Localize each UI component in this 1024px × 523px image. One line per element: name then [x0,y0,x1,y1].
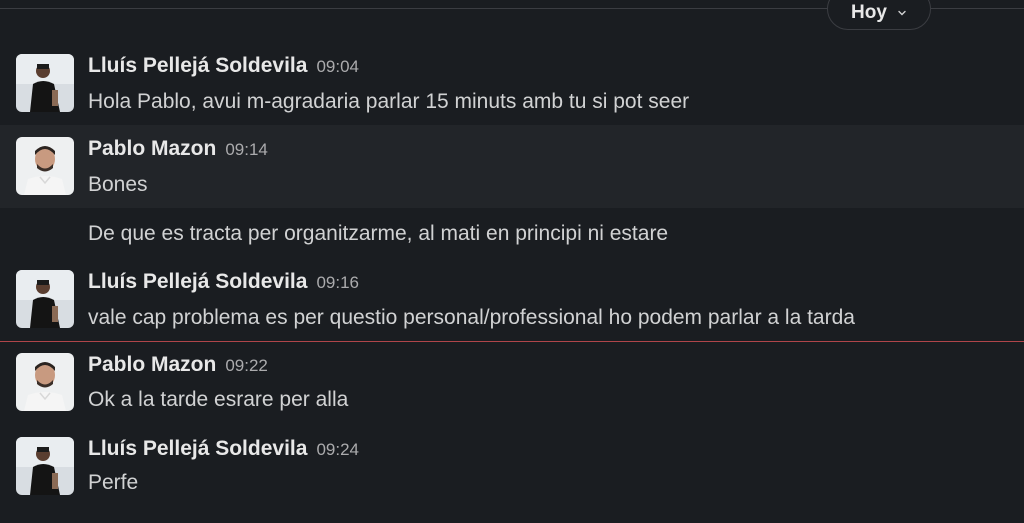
message-text: Bones [88,173,148,196]
message-header: Pablo Mazon 09:14 [88,137,268,161]
message-item[interactable]: Pablo Mazon 09:14 Bones [0,125,1024,208]
timestamp[interactable]: 09:24 [316,440,359,459]
avatar[interactable] [16,353,74,411]
message-text: Perfe [88,471,139,494]
message-item[interactable]: De que es tracta per organitzarme, al ma… [0,208,1024,258]
message-header: Lluís Pellejá Soldevila 09:04 [88,54,359,78]
author-name[interactable]: Pablo Mazon [88,137,216,160]
author-name[interactable]: Lluís Pellejá Soldevila [88,270,307,293]
date-jump-button[interactable]: Hoy [827,0,931,30]
message-text: De que es tracta per organitzarme, al ma… [88,222,669,245]
date-label: Hoy [851,2,887,23]
message-item[interactable]: Pablo Mazon 09:22 Ok a la tarde esrare pe… [0,342,1024,425]
message-header: Lluís Pellejá Soldevila 09:16 [88,270,359,294]
chevron-down-icon [897,8,907,18]
message-text: Ok a la tarde esrare per alla [88,388,349,411]
timestamp[interactable]: 09:04 [316,57,359,76]
message-item[interactable]: Lluís Pellejá Soldevila 09:24 Perfe [0,425,1024,508]
avatar[interactable] [16,270,74,328]
avatar[interactable] [16,137,74,195]
author-name[interactable]: Lluís Pellejá Soldevila [88,437,307,460]
message-item[interactable]: Lluís Pellejá Soldevila 09:04 Hola Pablo,… [0,42,1024,125]
message-header: Lluís Pellejá Soldevila 09:24 [88,437,359,461]
timestamp[interactable]: 09:14 [225,140,268,159]
message-text: Hola Pablo, avui m-agradaria parlar 15 m… [88,90,690,113]
message-text: vale cap problema es per questio persona… [88,306,855,329]
author-name[interactable]: Lluís Pellejá Soldevila [88,54,307,77]
avatar[interactable] [16,54,74,112]
author-name[interactable]: Pablo Mazon [88,353,216,376]
timestamp[interactable]: 09:16 [316,273,359,292]
message-item[interactable]: Lluís Pellejá Soldevila 09:16 vale cap pr… [0,258,1024,341]
timestamp[interactable]: 09:22 [225,356,268,375]
message-header: Pablo Mazon 09:22 [88,353,268,377]
avatar[interactable] [16,437,74,495]
